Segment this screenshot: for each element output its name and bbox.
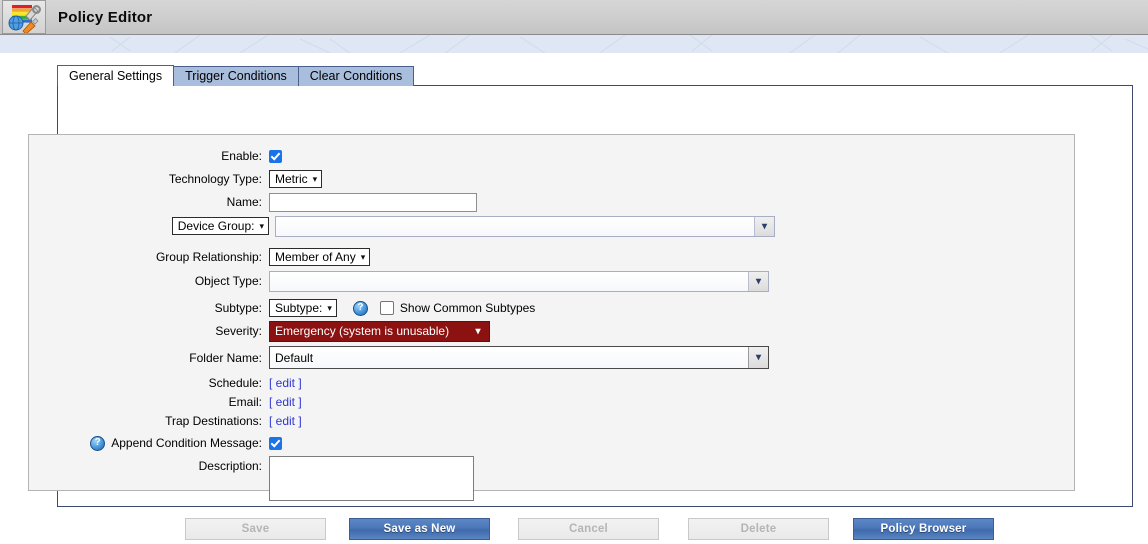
cancel-button[interactable]: Cancel	[518, 518, 659, 540]
severity-value: Emergency (system is unusable)	[270, 321, 467, 341]
subtype-label: Subtype:	[214, 301, 262, 315]
header-texture-band	[0, 35, 1148, 53]
description-label: Description:	[198, 459, 262, 473]
show-common-subtypes-label: Show Common Subtypes	[399, 301, 536, 315]
chevron-down-icon: ▾	[748, 271, 768, 291]
object-type-value	[270, 271, 748, 291]
window-title: Policy Editor	[58, 8, 153, 26]
device-group-selector-wrap: Device Group: ▾	[29, 217, 269, 235]
severity-label: Severity:	[215, 324, 262, 338]
subtype-help-icon[interactable]: ?	[352, 300, 368, 316]
device-group-selector-value: Device Group:	[177, 219, 255, 233]
enable-label: Enable:	[221, 149, 262, 163]
group-relationship-select[interactable]: Member of Any ▾	[269, 248, 371, 266]
chevron-down-icon: ▾	[327, 302, 332, 313]
group-relationship-value: Member of Any	[275, 250, 356, 264]
append-condition-message-help-icon[interactable]: ?	[90, 435, 106, 451]
chevron-down-icon: ▾	[312, 173, 318, 184]
device-group-value	[276, 216, 754, 236]
group-relationship-label: Group Relationship:	[155, 250, 262, 264]
schedule-label: Schedule:	[208, 376, 262, 390]
email-label: Email:	[228, 395, 262, 409]
trap-destinations-label: Trap Destinations:	[165, 414, 262, 428]
device-group-selector[interactable]: Device Group: ▾	[171, 217, 269, 235]
row-trap-destinations: Trap Destinations: [ edit ]	[29, 414, 302, 428]
folder-name-combo[interactable]: Default ▾	[269, 346, 769, 369]
append-condition-message-checkbox[interactable]	[269, 436, 282, 450]
row-append-condition-message: ? Append Condition Message:	[29, 433, 282, 453]
row-schedule: Schedule: [ edit ]	[29, 376, 302, 390]
row-severity: Severity: Emergency (system is unusable)…	[29, 320, 490, 342]
trap-destinations-edit-link[interactable]: [ edit ]	[269, 414, 302, 428]
window-title-bar: Policy Editor	[0, 0, 1148, 35]
tab-strip: General Settings Trigger Conditions Clea…	[57, 65, 415, 86]
subtype-value: Subtype:	[275, 301, 323, 315]
delete-button[interactable]: Delete	[688, 518, 829, 540]
chevron-down-icon: ▾	[748, 347, 768, 368]
technology-type-label: Technology Type:	[168, 172, 262, 186]
folder-name-label: Folder Name:	[189, 350, 262, 365]
general-settings-form: Enable: Technology Type: Metric ▾ Name:	[28, 134, 1075, 501]
row-device-group: Device Group: ▾ ▾	[29, 215, 775, 237]
severity-combo[interactable]: Emergency (system is unusable) ▾	[269, 320, 490, 342]
row-subtype: Subtype: Subtype: ▾ ? Show Common Subtyp…	[29, 298, 535, 318]
email-edit-link[interactable]: [ edit ]	[269, 395, 302, 409]
policy-browser-button[interactable]: Policy Browser	[853, 518, 994, 540]
append-condition-message-label-wrap: ? Append Condition Message:	[29, 435, 269, 451]
description-textarea[interactable]	[269, 456, 474, 501]
page-body: General Settings Trigger Conditions Clea…	[0, 53, 1148, 543]
append-condition-message-label: Append Condition Message:	[111, 436, 262, 450]
chevron-down-icon: ▾	[259, 220, 264, 231]
chevron-down-icon: ▾	[467, 321, 489, 341]
show-common-subtypes-checkbox[interactable]	[379, 301, 394, 315]
folder-name-value: Default	[270, 347, 748, 368]
schedule-edit-link[interactable]: [ edit ]	[269, 376, 302, 390]
subtype-select[interactable]: Subtype: ▾	[269, 299, 337, 317]
save-as-new-button[interactable]: Save as New	[349, 518, 490, 540]
tab-general-settings[interactable]: General Settings	[57, 65, 175, 86]
technology-type-select[interactable]: Metric ▾	[269, 170, 323, 188]
row-technology-type: Technology Type: Metric ▾	[29, 169, 323, 189]
row-enable: Enable:	[29, 146, 282, 166]
row-group-relationship: Group Relationship: Member of Any ▾	[29, 247, 371, 267]
object-type-label: Object Type:	[194, 274, 262, 288]
chevron-down-icon: ▾	[360, 251, 366, 262]
technology-type-value: Metric	[275, 172, 308, 186]
tab-trigger-conditions[interactable]: Trigger Conditions	[173, 66, 299, 86]
tab-clear-conditions[interactable]: Clear Conditions	[297, 66, 415, 86]
row-email: Email: [ edit ]	[29, 395, 302, 409]
chevron-down-icon: ▾	[754, 216, 774, 236]
device-group-combo[interactable]: ▾	[275, 215, 775, 237]
name-label: Name:	[226, 195, 262, 209]
row-name: Name:	[29, 192, 477, 212]
row-object-type: Object Type: ▾	[29, 270, 769, 292]
row-folder-name: Folder Name: Default ▾	[29, 346, 769, 369]
row-description: Description:	[29, 456, 474, 504]
policy-editor-icon	[2, 0, 46, 35]
enable-checkbox[interactable]	[269, 149, 282, 163]
action-button-bar: Save Save as New Cancel Delete Policy Br…	[0, 514, 1148, 544]
object-type-combo[interactable]: ▾	[269, 270, 769, 292]
save-button[interactable]: Save	[185, 518, 326, 540]
name-input[interactable]	[269, 192, 477, 212]
